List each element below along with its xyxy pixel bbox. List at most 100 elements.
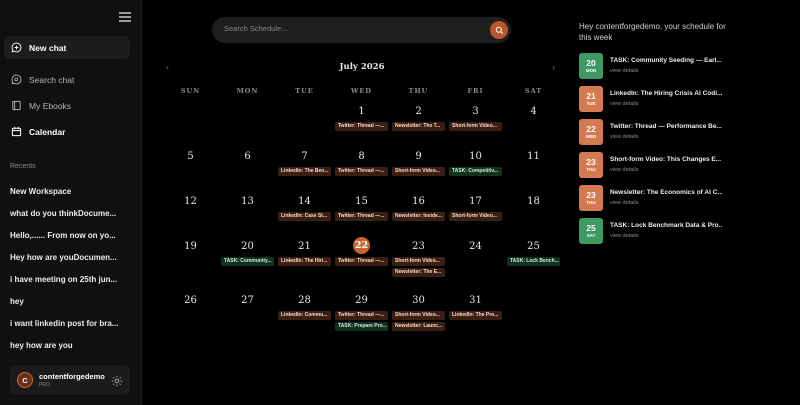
recent-chat-item[interactable]: i want linkedin post for bra... [10, 319, 135, 328]
search-input[interactable] [224, 24, 474, 33]
recent-chat-item[interactable]: hey how are you [10, 341, 135, 350]
recent-chat-item[interactable]: Hey how are youDocumen... [10, 253, 135, 262]
recent-chat-item[interactable]: hey [10, 297, 135, 306]
calendar-event-chip[interactable]: Twitter: Thread —... [335, 212, 388, 221]
calendar-event-chip[interactable]: Twitter: Thread —... [335, 311, 388, 320]
weekday-header: FRI [467, 87, 484, 95]
view-details-link[interactable]: view details [610, 200, 638, 206]
calendar-event-chip[interactable]: TASK: Community... [221, 257, 274, 266]
calendar-day-number[interactable]: 7 [276, 151, 333, 162]
calendar-day-number[interactable]: 21 [276, 241, 333, 252]
calendar-day-number[interactable]: 29 [333, 295, 390, 306]
calendar-day-number[interactable]: 26 [162, 295, 219, 306]
calendar-event-chip[interactable]: Short-form Video... [449, 122, 502, 131]
calendar-event-chip[interactable]: LinkedIn: The Ben... [278, 167, 331, 176]
calendar-day-number[interactable]: 16 [390, 196, 447, 207]
settings-gear-icon[interactable] [111, 374, 123, 387]
calendar-day-number[interactable]: 8 [333, 151, 390, 162]
calendar-day-number[interactable]: 13 [219, 196, 276, 207]
schedule-item[interactable]: 25 SAT TASK: Lock Benchmark Data & Pro... v… [579, 218, 779, 244]
calendar-event-chip[interactable]: Twitter: Thread —... [335, 167, 388, 176]
calendar-event-chip[interactable]: Newsletter: The E... [392, 268, 445, 277]
next-month-arrow-icon[interactable]: › [552, 62, 555, 72]
calendar-day-number[interactable]: 25 [505, 241, 562, 252]
user-name: contentforgedemo [39, 372, 105, 381]
view-details-link[interactable]: view details [610, 233, 638, 239]
calendar-button[interactable]: Calendar [4, 120, 130, 143]
calendar-event-chip[interactable]: Twitter: Thread —... [335, 257, 388, 266]
calendar-day-number[interactable]: 10 [447, 151, 504, 162]
calendar-day-number[interactable]: 12 [162, 196, 219, 207]
schedule-item-title: LinkedIn: The Hiring Crisis AI Codi... [610, 90, 722, 97]
avatar: C [17, 372, 33, 388]
calendar-event-chip[interactable]: TASK: Prepare Pro... [335, 322, 388, 331]
search-chat-button[interactable]: Search chat [4, 68, 130, 91]
calendar-event-chip[interactable]: Newsletter: Launc... [392, 322, 445, 331]
today-day-number[interactable]: 22 [353, 237, 370, 254]
calendar-day-number[interactable]: 1 [333, 106, 390, 117]
calendar-day-number[interactable]: 19 [162, 241, 219, 252]
calendar-day-number[interactable]: 27 [219, 295, 276, 306]
sidebar-toggle-icon[interactable] [119, 12, 131, 22]
date-badge-weekday: THU [586, 166, 596, 172]
calendar-day-number[interactable]: 20 [219, 241, 276, 252]
calendar-day-number[interactable]: 2 [390, 106, 447, 117]
recents-heading: Recents [10, 163, 36, 170]
calendar-day-number[interactable]: 11 [505, 151, 562, 162]
view-details-link[interactable]: view details [610, 134, 638, 140]
calendar-event-chip[interactable]: TASK: Lock Bench... [507, 257, 560, 266]
new-chat-button[interactable]: New chat [4, 36, 130, 59]
calendar-day-number[interactable]: 18 [505, 196, 562, 207]
recent-chat-item[interactable]: i have meeting on 25th jun... [10, 275, 135, 284]
calendar-day-number[interactable]: 30 [390, 295, 447, 306]
calendar-event-chip[interactable]: Newsletter: The T... [392, 122, 445, 131]
my-ebooks-button[interactable]: My Ebooks [4, 94, 130, 117]
prev-month-arrow-icon[interactable]: ‹ [166, 62, 169, 72]
calendar-event-chip[interactable]: Twitter: Thread —... [335, 122, 388, 131]
view-details-link[interactable]: view details [610, 167, 638, 173]
calendar-event-chip[interactable]: LinkedIn: The Hiri... [278, 257, 331, 266]
calendar-day-number[interactable]: 5 [162, 151, 219, 162]
calendar-day-number[interactable]: 6 [219, 151, 276, 162]
schedule-item[interactable]: 23 THU Newsletter: The Economics of AI C..… [579, 185, 779, 211]
calendar-event-chip[interactable]: Short-form Video... [392, 167, 445, 176]
calendar-event-chip[interactable]: LinkedIn: The Pro... [449, 311, 502, 320]
user-profile-card[interactable]: C contentforgedemo PRO [10, 365, 130, 395]
calendar-event-chip[interactable]: Newsletter: Inside... [392, 212, 445, 221]
schedule-item[interactable]: 22 WED Twitter: Thread — Performance Be...… [579, 119, 779, 145]
calendar-day-number[interactable]: 23 [390, 241, 447, 252]
calendar-event-chip[interactable]: TASK: Competitiv... [449, 167, 502, 176]
calendar-event-chip[interactable]: Short-form Video... [392, 311, 445, 320]
schedule-item[interactable]: 23 THU Short-form Video: This Changes E...… [579, 152, 779, 178]
schedule-item-title: TASK: Community Seeding — Earl... [610, 57, 722, 64]
date-badge-day: 23 [586, 189, 596, 200]
calendar-day-number[interactable]: 31 [447, 295, 504, 306]
calendar-event-chip[interactable]: LinkedIn: Commu... [278, 311, 331, 320]
calendar-event-chip[interactable]: Short-form Video... [392, 257, 445, 266]
recent-chat-item[interactable]: New Workspace [10, 187, 135, 196]
recent-chat-item[interactable]: Hello,...... From now on yo... [10, 231, 135, 240]
view-details-link[interactable]: view details [610, 101, 638, 107]
calendar-event-chip[interactable]: LinkedIn: Case St... [278, 212, 331, 221]
calendar-day-number[interactable]: 17 [447, 196, 504, 207]
calendar-day-number[interactable]: 4 [505, 106, 562, 117]
calendar-day-number[interactable]: 15 [333, 196, 390, 207]
chat-plus-icon [11, 42, 22, 53]
calendar-day-number[interactable]: 14 [276, 196, 333, 207]
search-button[interactable] [490, 21, 508, 39]
calendar-day-number[interactable]: 24 [447, 241, 504, 252]
calendar-day-number[interactable]: 9 [390, 151, 447, 162]
calendar-event-chip[interactable]: Short-form Video... [449, 212, 502, 221]
schedule-item[interactable]: 20 MON TASK: Community Seeding — Earl... vi… [579, 53, 779, 79]
schedule-item-title: Twitter: Thread — Performance Be... [610, 123, 722, 130]
search-chat-icon [11, 74, 22, 85]
calendar-day-number[interactable]: 3 [447, 106, 504, 117]
date-badge-weekday: MON [585, 67, 597, 73]
schedule-item[interactable]: 21 TUE LinkedIn: The Hiring Crisis AI Codi… [579, 86, 779, 112]
recent-chat-item[interactable]: what do you thinkDocume... [10, 209, 135, 218]
weekday-header: THU [408, 87, 429, 95]
date-badge: 23 THU [579, 152, 603, 178]
search-icon [495, 26, 503, 34]
view-details-link[interactable]: view details [610, 68, 638, 74]
calendar-day-number[interactable]: 28 [276, 295, 333, 306]
